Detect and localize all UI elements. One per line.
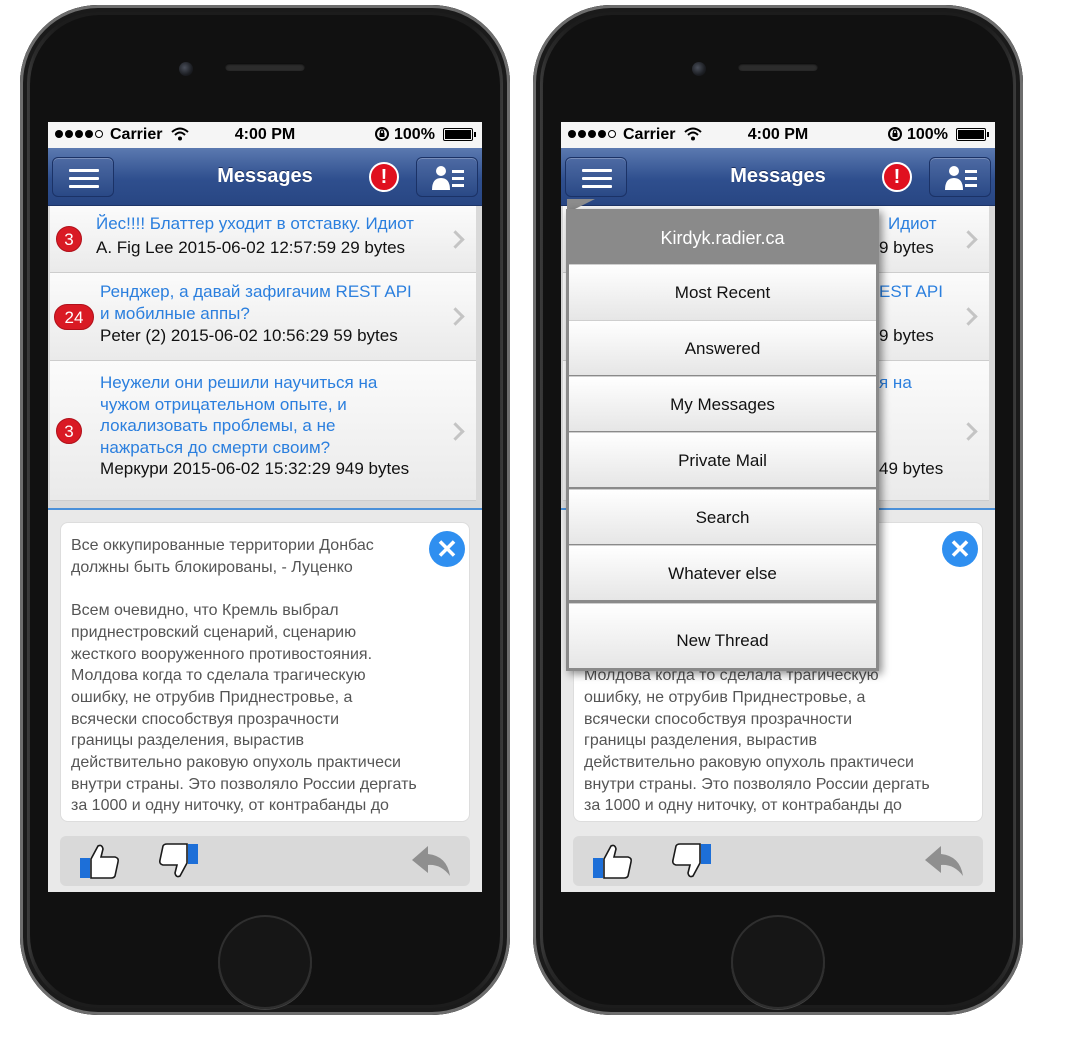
menu-header: Kirdyk.radier.ca <box>569 212 876 264</box>
phone-right: Carrier 4:00 PM 100% Messages ! Идиот 9 … <box>533 5 1023 1015</box>
menu-item-private-mail[interactable]: Private Mail <box>569 432 876 487</box>
contact-list-icon <box>945 166 977 190</box>
rotation-lock-icon <box>888 127 902 141</box>
navigation-bar: Messages ! <box>48 148 482 206</box>
close-icon[interactable]: ✕ <box>942 531 978 567</box>
contacts-button[interactable] <box>416 157 478 197</box>
contacts-button[interactable] <box>929 157 991 197</box>
chevron-right-icon <box>959 307 978 326</box>
message-subject[interactable]: Идиот <box>888 213 937 235</box>
list-item[interactable]: 3 Неужели они решили научиться на чужом … <box>50 361 476 501</box>
home-button[interactable] <box>218 915 312 1009</box>
message-subject[interactable]: Йес!!!! Блаттер уходит в отставку. Идиот <box>96 213 466 235</box>
thumbs-up-icon[interactable] <box>591 842 633 880</box>
message-detail: Все оккупированные территории Донбас дол… <box>48 510 482 892</box>
message-meta: 9 bytes <box>879 326 934 345</box>
message-meta: Peter (2) 2015-06-02 10:56:29 59 bytes <box>100 326 398 345</box>
battery-icon <box>443 128 476 141</box>
menu-item-my-messages[interactable]: My Messages <box>569 376 876 431</box>
reply-count-badge: 24 <box>54 304 94 330</box>
battery-percentage: 100% <box>907 126 948 143</box>
list-item[interactable]: 24 Ренджер, а давай зафигачим REST API и… <box>50 273 476 361</box>
status-bar: Carrier 4:00 PM 100% <box>48 122 482 148</box>
message-meta: A. Fig Lee 2015-06-02 12:57:59 29 bytes <box>96 238 406 257</box>
message-subject[interactable]: EST API <box>879 281 943 303</box>
message-meta: 9 bytes <box>879 238 934 257</box>
status-bar: Carrier 4:00 PM 100% <box>561 122 995 148</box>
alert-icon[interactable]: ! <box>882 162 912 192</box>
earpiece-speaker <box>738 63 818 71</box>
menu-item-answered[interactable]: Answered <box>569 320 876 375</box>
thumbs-up-icon[interactable] <box>78 842 120 880</box>
reply-count-badge: 3 <box>56 418 82 444</box>
thumbs-down-icon[interactable] <box>158 842 200 880</box>
contact-list-icon <box>432 166 464 190</box>
menu-item-most-recent[interactable]: Most Recent <box>569 264 876 320</box>
reply-count-badge: 3 <box>56 226 82 252</box>
close-icon[interactable]: ✕ <box>429 531 465 567</box>
message-list: 3 Йес!!!! Блаттер уходит в отставку. Иди… <box>48 206 482 508</box>
message-subject[interactable]: Ренджер, а давай зафигачим REST API и мо… <box>100 281 460 324</box>
front-camera <box>179 62 193 76</box>
message-body: Все оккупированные территории Донбас дол… <box>71 537 417 815</box>
menu-item-new-thread[interactable]: New Thread <box>569 603 876 668</box>
screen: Carrier 4:00 PM 100% Messages ! <box>48 122 482 892</box>
home-button[interactable] <box>731 915 825 1009</box>
menu-item-search[interactable]: Search <box>569 489 876 544</box>
message-toolbar <box>573 836 983 886</box>
phone-left: Carrier 4:00 PM 100% Messages ! 3 Йес!!!… <box>20 5 510 1015</box>
site-menu: Kirdyk.radier.ca Most Recent Answered My… <box>566 209 879 671</box>
rotation-lock-icon <box>375 127 389 141</box>
reply-icon[interactable] <box>923 842 965 880</box>
navigation-bar: Messages ! <box>561 148 995 206</box>
message-meta: Меркури 2015-06-02 15:32:29 949 bytes <box>100 459 410 478</box>
menu-item-whatever-else[interactable]: Whatever else <box>569 545 876 600</box>
front-camera <box>692 62 706 76</box>
message-toolbar <box>60 836 470 886</box>
chevron-right-icon <box>959 230 978 249</box>
reply-icon[interactable] <box>410 842 452 880</box>
thumbs-down-icon[interactable] <box>671 842 713 880</box>
message-subject[interactable]: Неужели они решили научиться на чужом от… <box>100 372 460 458</box>
alert-icon[interactable]: ! <box>369 162 399 192</box>
battery-icon <box>956 128 989 141</box>
message-body-card: Все оккупированные территории Донбас дол… <box>60 522 470 822</box>
earpiece-speaker <box>225 63 305 71</box>
message-subject[interactable]: я на <box>879 372 912 394</box>
message-meta: 49 bytes <box>879 459 944 478</box>
chevron-right-icon <box>959 422 978 441</box>
battery-percentage: 100% <box>394 126 435 143</box>
screen: Carrier 4:00 PM 100% Messages ! <box>561 122 995 892</box>
list-item[interactable]: 3 Йес!!!! Блаттер уходит в отставку. Иди… <box>50 206 476 273</box>
